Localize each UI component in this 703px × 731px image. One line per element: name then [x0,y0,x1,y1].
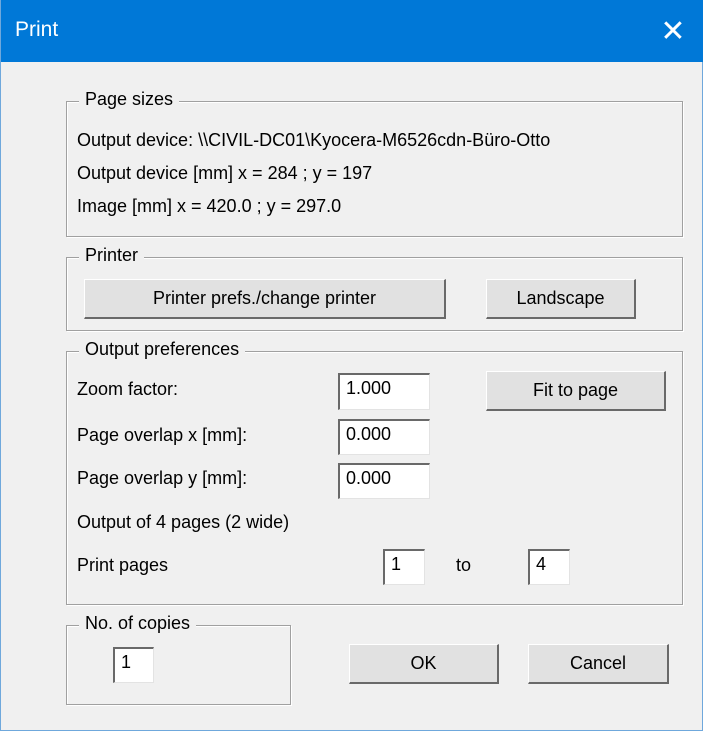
output-device-mm-text: Output device [mm] x = 284 ; y = 197 [77,163,373,183]
print-dialog: Print ✕ Page sizes Output device: \\CIVI… [0,0,703,731]
cancel-button[interactable]: Cancel [528,644,669,684]
pages-info-text: Output of 4 pages (2 wide) [77,512,290,532]
print-pages-to-input[interactable]: 4 [528,549,570,585]
output-preferences-group: Output preferences Zoom factor: 1.000 Fi… [66,339,683,605]
page-overlap-x-input[interactable]: 0.000 [338,419,430,455]
ok-button[interactable]: OK [349,644,499,684]
fit-to-page-button[interactable]: Fit to page [486,371,666,411]
image-mm-text: Image [mm] x = 420.0 ; y = 297.0 [77,196,342,216]
printer-prefs-button[interactable]: Printer prefs./change printer [84,279,446,319]
copies-input[interactable]: 1 [113,647,154,683]
printer-group: Printer Printer prefs./change printer La… [66,245,683,331]
page-sizes-legend: Page sizes [79,89,180,110]
output-device-text: Output device: \\CIVIL-DC01\Kyocera-M652… [77,130,551,150]
zoom-factor-input[interactable]: 1.000 [338,373,430,410]
page-overlap-y-input[interactable]: 0.000 [338,463,430,499]
landscape-button[interactable]: Landscape [486,279,636,319]
page-overlap-x-label: Page overlap x [mm]: [77,425,248,445]
print-pages-to-label: to [456,555,472,575]
page-sizes-group: Page sizes Output device: \\CIVIL-DC01\K… [66,89,683,237]
copies-legend: No. of copies [79,613,197,634]
printer-legend: Printer [79,245,145,266]
output-preferences-legend: Output preferences [79,339,246,360]
page-overlap-y-label: Page overlap y [mm]: [77,468,248,488]
print-pages-label: Print pages [77,555,169,575]
copies-group: No. of copies 1 [66,613,291,705]
close-icon[interactable]: ✕ [642,0,703,62]
window-title: Print [15,18,59,41]
title-bar[interactable]: Print ✕ [1,0,703,62]
print-pages-from-input[interactable]: 1 [383,549,425,585]
zoom-factor-label: Zoom factor: [77,379,179,399]
